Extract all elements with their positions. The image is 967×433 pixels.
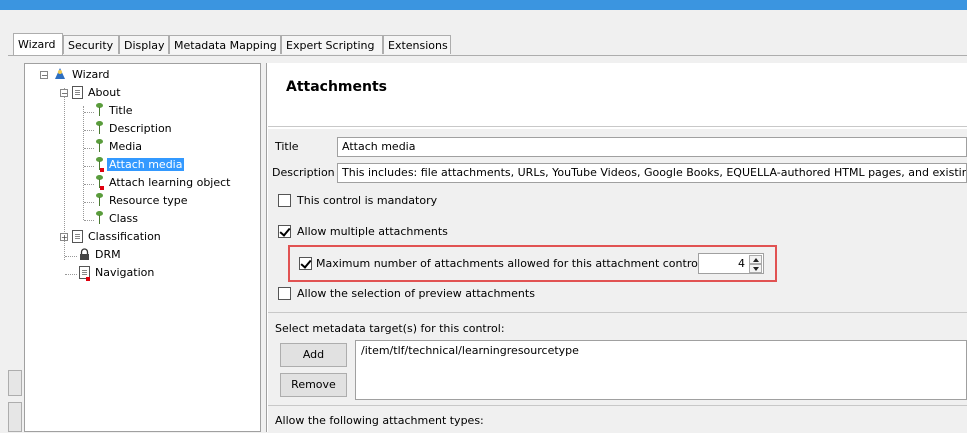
tab-extensions[interactable]: Extensions xyxy=(383,35,451,54)
control-pin-icon xyxy=(95,193,105,207)
expander-about[interactable]: − xyxy=(60,89,68,98)
required-marker xyxy=(100,186,104,190)
metadata-target-list[interactable]: /item/tlf/technical/learningresourcetype xyxy=(355,340,967,400)
expander-wizard[interactable]: − xyxy=(40,71,48,80)
mandatory-checkbox[interactable] xyxy=(278,194,291,207)
tree-node-classification[interactable]: Classification xyxy=(72,228,163,245)
mandatory-label: This control is mandatory xyxy=(297,194,438,207)
tree-node-label: Navigation xyxy=(95,266,155,279)
metadata-target-label: Select metadata target(s) for this contr… xyxy=(275,322,505,335)
tree-node-navigation[interactable]: Navigation xyxy=(79,264,156,281)
spinner-up-icon[interactable] xyxy=(749,255,762,264)
required-marker xyxy=(86,277,90,281)
tree-connector xyxy=(84,148,94,149)
window-titlebar xyxy=(0,0,967,10)
tree-node-attach-learning-object[interactable]: Attach learning object xyxy=(95,174,232,191)
tab-expert-scripting[interactable]: Expert Scripting xyxy=(281,35,383,54)
tab-security[interactable]: Security xyxy=(63,35,119,54)
tree-node-resource-type[interactable]: Resource type xyxy=(95,192,190,209)
remove-button[interactable]: Remove xyxy=(280,373,347,397)
tree-connector xyxy=(84,202,94,203)
preview-label: Allow the selection of preview attachmen… xyxy=(297,287,535,300)
tree-node-label: Resource type xyxy=(109,194,188,207)
spinner-value: 4 xyxy=(738,257,745,270)
tree-connector xyxy=(84,220,94,221)
tab-wizard[interactable]: Wizard xyxy=(13,33,63,55)
divider xyxy=(268,405,967,406)
list-item[interactable]: /item/tlf/technical/learningresourcetype xyxy=(361,344,579,357)
page-icon xyxy=(72,230,83,243)
tree-node-label: Classification xyxy=(88,230,161,243)
tree-node-label: Attach media xyxy=(107,158,185,171)
tab-metadata-mapping[interactable]: Metadata Mapping xyxy=(169,35,281,54)
tree-node-title[interactable]: Title xyxy=(95,102,135,119)
tree-node-wizard[interactable]: Wizard xyxy=(53,66,112,83)
tree-node-label: About xyxy=(88,86,121,99)
wizard-tree: − Wizard − About Title Description Media… xyxy=(24,63,261,432)
side-button-bottom[interactable] xyxy=(8,402,22,432)
tree-node-label: Title xyxy=(109,104,133,117)
page-icon xyxy=(72,86,83,99)
tree-node-label: Description xyxy=(109,122,172,135)
wizard-icon xyxy=(55,68,65,79)
max-attachments-label: Maximum number of attachments allowed fo… xyxy=(316,257,701,270)
control-pin-icon xyxy=(95,103,105,117)
attachment-types-label: Allow the following attachment types: xyxy=(275,414,484,427)
description-field[interactable]: This includes: file attachments, URLs, Y… xyxy=(337,163,967,183)
tree-node-label: DRM xyxy=(95,248,121,261)
side-button-top[interactable] xyxy=(8,370,22,396)
max-attachments-checkbox[interactable] xyxy=(299,257,312,270)
tree-node-description[interactable]: Description xyxy=(95,120,174,137)
tree-connector xyxy=(65,256,77,257)
tree-node-label: Wizard xyxy=(72,68,110,81)
spinner-down-icon[interactable] xyxy=(749,264,762,273)
tree-connector xyxy=(84,184,94,185)
control-pin-icon xyxy=(95,139,105,153)
allow-multiple-label: Allow multiple attachments xyxy=(297,225,448,238)
tree-node-media[interactable]: Media xyxy=(95,138,144,155)
control-pin-icon xyxy=(95,121,105,135)
tree-node-about[interactable]: About xyxy=(72,84,123,101)
title-label: Title xyxy=(275,140,299,153)
allow-multiple-checkbox[interactable] xyxy=(278,225,291,238)
preview-checkbox[interactable] xyxy=(278,287,291,300)
divider xyxy=(268,126,967,127)
divider xyxy=(268,312,967,313)
tree-node-drm[interactable]: DRM xyxy=(79,246,123,263)
lock-icon xyxy=(80,248,89,260)
tab-display[interactable]: Display xyxy=(119,35,169,54)
title-field[interactable]: Attach media xyxy=(337,137,967,157)
expander-classification[interactable]: + xyxy=(60,233,68,242)
tree-node-label: Attach learning object xyxy=(109,176,231,189)
tree-node-label: Media xyxy=(109,140,143,153)
tree-connector xyxy=(65,274,77,275)
description-label: Description xyxy=(272,166,335,179)
max-attachments-spinner[interactable]: 4 xyxy=(698,253,764,274)
required-marker xyxy=(100,168,104,172)
tree-node-class[interactable]: Class xyxy=(95,210,140,227)
tree-node-attach-media[interactable]: Attach media xyxy=(95,156,185,173)
tree-connector xyxy=(84,112,94,113)
tree-connector xyxy=(84,130,94,131)
tree-connector xyxy=(84,166,94,167)
page-title: Attachments xyxy=(286,79,388,95)
add-button[interactable]: Add xyxy=(280,343,347,367)
control-pin-icon xyxy=(95,211,105,225)
tree-node-label: Class xyxy=(109,212,138,225)
toolbar-strip xyxy=(0,10,967,34)
